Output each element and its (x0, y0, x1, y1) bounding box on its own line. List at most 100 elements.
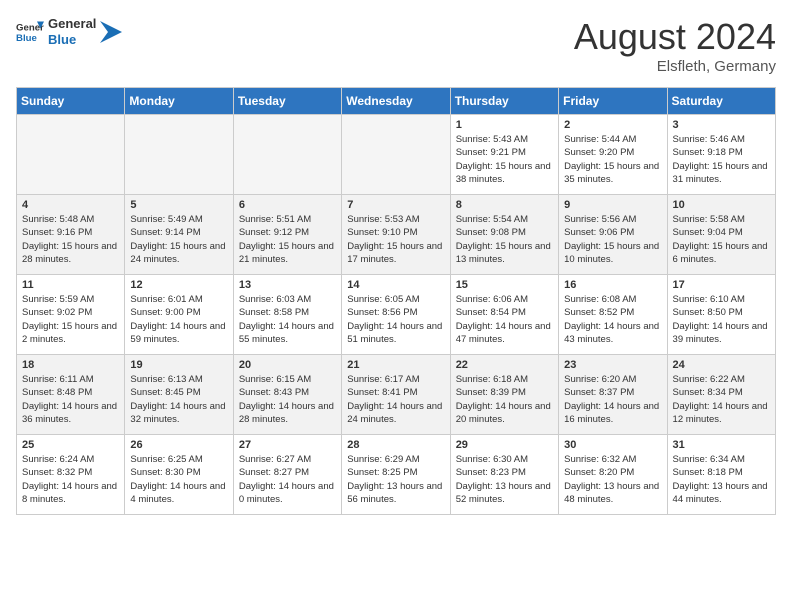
day-number: 21 (347, 359, 444, 371)
day-cell: 22Sunrise: 6:18 AMSunset: 8:39 PMDayligh… (450, 355, 558, 435)
day-info: Sunrise: 6:08 AMSunset: 8:52 PMDaylight:… (564, 293, 661, 346)
day-number: 30 (564, 439, 661, 451)
day-info: Sunrise: 5:44 AMSunset: 9:20 PMDaylight:… (564, 133, 661, 186)
day-cell: 11Sunrise: 5:59 AMSunset: 9:02 PMDayligh… (17, 275, 125, 355)
day-number: 29 (456, 439, 553, 451)
day-cell: 2 Sunrise: 5:44 AMSunset: 9:20 PMDaylight… (559, 115, 667, 195)
day-info: Sunrise: 6:01 AMSunset: 9:00 PMDaylight:… (130, 293, 227, 346)
day-number: 10 (673, 199, 770, 211)
day-header-saturday: Saturday (667, 88, 775, 115)
day-info: Sunrise: 6:10 AMSunset: 8:50 PMDaylight:… (673, 293, 770, 346)
day-number: 7 (347, 199, 444, 211)
day-info: Sunrise: 6:27 AMSunset: 8:27 PMDaylight:… (239, 453, 336, 506)
day-number: 9 (564, 199, 661, 211)
day-number: 12 (130, 279, 227, 291)
day-header-monday: Monday (125, 88, 233, 115)
day-cell: 5 Sunrise: 5:49 AMSunset: 9:14 PMDaylight… (125, 195, 233, 275)
day-number: 26 (130, 439, 227, 451)
day-number: 2 (564, 119, 661, 131)
day-number: 24 (673, 359, 770, 371)
svg-text:Blue: Blue (16, 32, 37, 43)
logo-icon: General Blue (16, 18, 44, 46)
day-info: Sunrise: 5:54 AMSunset: 9:08 PMDaylight:… (456, 213, 553, 266)
day-cell: 6 Sunrise: 5:51 AMSunset: 9:12 PMDaylight… (233, 195, 341, 275)
logo: General Blue General Blue (16, 16, 122, 47)
location-subtitle: Elsfleth, Germany (574, 58, 776, 75)
day-header-thursday: Thursday (450, 88, 558, 115)
day-number: 19 (130, 359, 227, 371)
day-info: Sunrise: 5:51 AMSunset: 9:12 PMDaylight:… (239, 213, 336, 266)
day-info: Sunrise: 5:49 AMSunset: 9:14 PMDaylight:… (130, 213, 227, 266)
logo-general: General (48, 16, 96, 32)
day-cell: 12 Sunrise: 6:01 AMSunset: 9:00 PMDayligh… (125, 275, 233, 355)
calendar-week-row: 18Sunrise: 6:11 AMSunset: 8:48 PMDayligh… (17, 355, 776, 435)
logo-blue: Blue (48, 32, 96, 48)
day-info: Sunrise: 6:11 AMSunset: 8:48 PMDaylight:… (22, 373, 119, 426)
day-cell: 26 Sunrise: 6:25 AMSunset: 8:30 PMDayligh… (125, 435, 233, 515)
page-header: General Blue General Blue August 2024 El… (16, 16, 776, 75)
day-info: Sunrise: 6:13 AMSunset: 8:45 PMDaylight:… (130, 373, 227, 426)
day-number: 20 (239, 359, 336, 371)
day-cell: 3 Sunrise: 5:46 AMSunset: 9:18 PMDaylight… (667, 115, 775, 195)
day-info: Sunrise: 6:29 AMSunset: 8:25 PMDaylight:… (347, 453, 444, 506)
day-info: Sunrise: 5:46 AMSunset: 9:18 PMDaylight:… (673, 133, 770, 186)
day-number: 15 (456, 279, 553, 291)
day-info: Sunrise: 6:25 AMSunset: 8:30 PMDaylight:… (130, 453, 227, 506)
day-cell: 17 Sunrise: 6:10 AMSunset: 8:50 PMDayligh… (667, 275, 775, 355)
day-number: 5 (130, 199, 227, 211)
day-number: 27 (239, 439, 336, 451)
day-info: Sunrise: 6:03 AMSunset: 8:58 PMDaylight:… (239, 293, 336, 346)
day-info: Sunrise: 6:15 AMSunset: 8:43 PMDaylight:… (239, 373, 336, 426)
day-number: 6 (239, 199, 336, 211)
day-header-tuesday: Tuesday (233, 88, 341, 115)
day-cell: 8Sunrise: 5:54 AMSunset: 9:08 PMDaylight… (450, 195, 558, 275)
day-cell: 1Sunrise: 5:43 AMSunset: 9:21 PMDaylight… (450, 115, 558, 195)
day-number: 31 (673, 439, 770, 451)
day-cell: 29 Sunrise: 6:30 AMSunset: 8:23 PMDayligh… (450, 435, 558, 515)
day-cell: 24 Sunrise: 6:22 AMSunset: 8:34 PMDayligh… (667, 355, 775, 435)
logo-arrow-icon (100, 21, 122, 43)
day-cell: 7 Sunrise: 5:53 AMSunset: 9:10 PMDaylight… (342, 195, 450, 275)
day-number: 3 (673, 119, 770, 131)
day-cell: 21Sunrise: 6:17 AMSunset: 8:41 PMDayligh… (342, 355, 450, 435)
calendar-week-row: 25 Sunrise: 6:24 AMSunset: 8:32 PMDayligh… (17, 435, 776, 515)
empty-cell (233, 115, 341, 195)
title-block: August 2024 Elsfleth, Germany (574, 16, 776, 75)
day-cell: 13 Sunrise: 6:03 AMSunset: 8:58 PMDayligh… (233, 275, 341, 355)
day-info: Sunrise: 6:18 AMSunset: 8:39 PMDaylight:… (456, 373, 553, 426)
day-header-wednesday: Wednesday (342, 88, 450, 115)
day-cell: 9 Sunrise: 5:56 AMSunset: 9:06 PMDaylight… (559, 195, 667, 275)
day-info: Sunrise: 6:06 AMSunset: 8:54 PMDaylight:… (456, 293, 553, 346)
day-info: Sunrise: 5:48 AMSunset: 9:16 PMDaylight:… (22, 213, 119, 266)
day-info: Sunrise: 6:22 AMSunset: 8:34 PMDaylight:… (673, 373, 770, 426)
day-info: Sunrise: 5:56 AMSunset: 9:06 PMDaylight:… (564, 213, 661, 266)
day-cell: 16 Sunrise: 6:08 AMSunset: 8:52 PMDayligh… (559, 275, 667, 355)
day-cell: 31 Sunrise: 6:34 AMSunset: 8:18 PMDayligh… (667, 435, 775, 515)
day-header-sunday: Sunday (17, 88, 125, 115)
day-cell: 14Sunrise: 6:05 AMSunset: 8:56 PMDayligh… (342, 275, 450, 355)
day-number: 28 (347, 439, 444, 451)
day-info: Sunrise: 5:59 AMSunset: 9:02 PMDaylight:… (22, 293, 119, 346)
calendar-header-row: SundayMondayTuesdayWednesdayThursdayFrid… (17, 88, 776, 115)
day-cell: 4 Sunrise: 5:48 AMSunset: 9:16 PMDaylight… (17, 195, 125, 275)
empty-cell (125, 115, 233, 195)
day-number: 25 (22, 439, 119, 451)
day-cell: 20 Sunrise: 6:15 AMSunset: 8:43 PMDayligh… (233, 355, 341, 435)
day-info: Sunrise: 5:53 AMSunset: 9:10 PMDaylight:… (347, 213, 444, 266)
day-info: Sunrise: 6:30 AMSunset: 8:23 PMDaylight:… (456, 453, 553, 506)
day-cell: 30Sunrise: 6:32 AMSunset: 8:20 PMDayligh… (559, 435, 667, 515)
day-cell: 25 Sunrise: 6:24 AMSunset: 8:32 PMDayligh… (17, 435, 125, 515)
calendar-week-row: 4 Sunrise: 5:48 AMSunset: 9:16 PMDaylight… (17, 195, 776, 275)
calendar-week-row: 1Sunrise: 5:43 AMSunset: 9:21 PMDaylight… (17, 115, 776, 195)
day-number: 1 (456, 119, 553, 131)
day-number: 16 (564, 279, 661, 291)
day-info: Sunrise: 6:34 AMSunset: 8:18 PMDaylight:… (673, 453, 770, 506)
day-number: 14 (347, 279, 444, 291)
calendar-week-row: 11Sunrise: 5:59 AMSunset: 9:02 PMDayligh… (17, 275, 776, 355)
day-cell: 23Sunrise: 6:20 AMSunset: 8:37 PMDayligh… (559, 355, 667, 435)
day-number: 17 (673, 279, 770, 291)
day-number: 13 (239, 279, 336, 291)
day-info: Sunrise: 6:20 AMSunset: 8:37 PMDaylight:… (564, 373, 661, 426)
day-number: 4 (22, 199, 119, 211)
day-info: Sunrise: 6:24 AMSunset: 8:32 PMDaylight:… (22, 453, 119, 506)
